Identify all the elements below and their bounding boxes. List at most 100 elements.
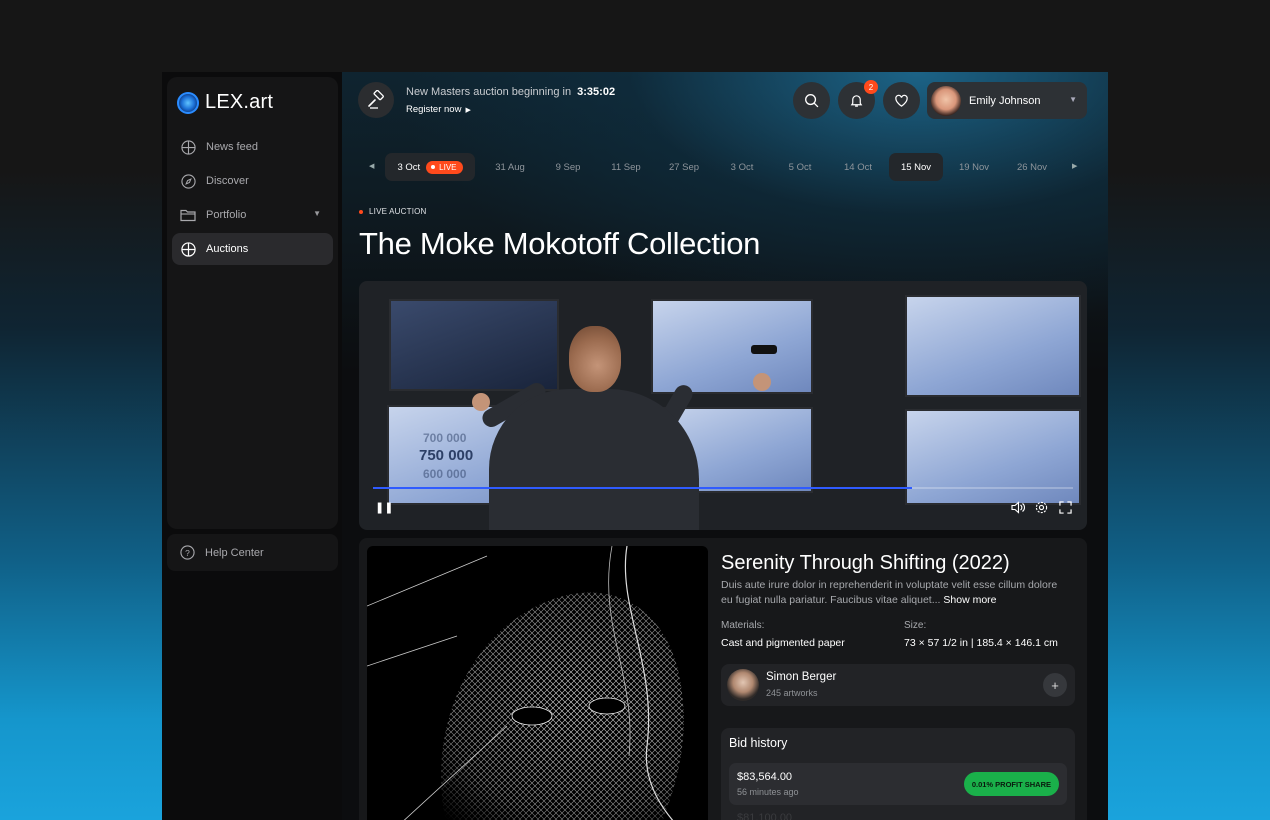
size-value: 73 × 57 1/2 in | 185.4 × 146.1 cm [904, 637, 1058, 649]
screen-price: 600 000 [423, 467, 467, 481]
sidebar-item-label: Portfolio [206, 209, 247, 221]
bid-history: Bid history $83,564.00 56 minutes ago 0.… [721, 728, 1075, 820]
register-now-link[interactable]: Register now ▶ [406, 104, 471, 115]
materials-value: Cast and pigmented paper [721, 637, 845, 649]
video-screen [905, 409, 1081, 505]
artwork-description: Duis aute irure dolor in reprehenderit i… [721, 578, 1066, 607]
show-more-link[interactable]: Show more [943, 594, 996, 606]
auctioneer-figure [489, 389, 699, 530]
user-menu[interactable]: Emily Johnson ▼ [927, 82, 1087, 119]
gavel-icon [358, 82, 394, 118]
date-label: 11 Sep [611, 161, 641, 173]
sidebar-item-label: Discover [206, 175, 249, 187]
logo[interactable]: LEX.art [177, 91, 273, 114]
chevron-down-icon: ▼ [1069, 95, 1077, 104]
artwork-description-text: Duis aute irure dolor in reprehenderit i… [721, 579, 1058, 606]
favorites-button[interactable] [883, 82, 920, 119]
screen-price: 700 000 [423, 431, 467, 445]
fullscreen-icon[interactable] [1059, 501, 1072, 517]
page-title: The Moke Mokotoff Collection [359, 226, 761, 261]
auctioneer-head [569, 326, 621, 392]
tab-date[interactable]: 31 Aug [481, 153, 539, 181]
plus-icon: + [1051, 677, 1059, 693]
bid-amount: $83,564.00 [737, 771, 793, 783]
follow-artist-button[interactable]: + [1043, 673, 1067, 697]
register-label: Register now [406, 104, 462, 115]
svg-text:?: ? [185, 548, 190, 558]
video-screen [389, 299, 559, 391]
date-label: 3 Oct [730, 161, 754, 173]
bid-amount: $81,100.00 [737, 812, 793, 820]
video-progress-fill [373, 487, 912, 489]
bid-row: $83,564.00 56 minutes ago 0.01% PROFIT S… [729, 763, 1067, 805]
screen-price: 750 000 [419, 447, 474, 464]
pause-icon[interactable]: ❚❚ [375, 501, 393, 514]
date-label: 15 Nov [900, 161, 932, 173]
size-label: Size: [904, 620, 927, 631]
date-label: 9 Sep [555, 161, 581, 173]
gavel-image [751, 345, 777, 354]
sidebar-item-label: News feed [206, 141, 258, 153]
chevron-down-icon[interactable]: ▼ [313, 209, 321, 218]
chevron-left-icon[interactable]: ◀ [369, 162, 374, 170]
sidebar: LEX.art News feed Discover Portfolio ▼ A… [167, 77, 338, 529]
tab-date[interactable]: 11 Sep [597, 153, 655, 181]
tab-date[interactable]: 9 Sep [539, 153, 597, 181]
heart-icon [895, 94, 908, 107]
live-badge: LIVE [426, 160, 463, 174]
date-label: 5 Oct [788, 161, 812, 173]
caret-right-icon: ▶ [465, 107, 471, 114]
brand-name: LEX.art [205, 91, 274, 113]
tab-date-selected[interactable]: 15 Nov [889, 153, 943, 181]
sidebar-item-discover[interactable]: Discover [172, 165, 333, 197]
settings-gear-icon[interactable] [1035, 501, 1048, 517]
tab-date-live[interactable]: 3 Oct LIVE [385, 153, 475, 181]
auction-date-tabs: ◀ 3 Oct LIVE 31 Aug 9 Sep 11 Sep 27 Sep … [360, 153, 1090, 181]
sidebar-item-news-feed[interactable]: News feed [172, 131, 333, 163]
app-window: LEX.art News feed Discover Portfolio ▼ A… [162, 72, 1108, 820]
grid-icon [180, 139, 196, 155]
sidebar-item-label: Auctions [206, 243, 249, 255]
bell-icon [850, 95, 863, 107]
folder-icon [180, 207, 196, 223]
notification-badge: 2 [864, 80, 878, 94]
date-label: 19 Nov [958, 161, 990, 173]
volume-icon[interactable] [1011, 501, 1025, 517]
sidebar-item-auctions[interactable]: Auctions [172, 233, 333, 265]
avatar [931, 85, 961, 116]
help-center-label: Help Center [205, 546, 264, 559]
notifications-button[interactable]: 2 [838, 80, 878, 119]
logo-mark-icon [177, 91, 199, 114]
video-screen [651, 299, 813, 394]
search-button[interactable] [793, 82, 830, 119]
auction-countdown: New Masters auction beginning in 3:35:02 [406, 86, 615, 98]
tab-date[interactable]: 14 Oct [829, 153, 887, 181]
video-progress-bar[interactable] [373, 487, 1073, 489]
auctioneer-hand [753, 373, 771, 391]
tab-date[interactable]: 19 Nov [945, 153, 1003, 181]
tab-date[interactable]: 5 Oct [771, 153, 829, 181]
live-auction-text: LIVE AUCTION [369, 207, 427, 216]
artist-card[interactable]: Simon Berger 245 artworks + [721, 664, 1075, 706]
materials-label: Materials: [721, 620, 765, 631]
help-center-button[interactable]: ? Help Center [167, 534, 338, 571]
artwork-image[interactable] [367, 546, 708, 820]
live-video-player[interactable]: 700 000 750 000 600 000 ❚❚ [359, 281, 1087, 530]
sidebar-nav: News feed Discover Portfolio ▼ Auctions [172, 131, 333, 267]
search-icon [805, 94, 819, 108]
live-label: LIVE [439, 162, 457, 172]
sidebar-item-portfolio[interactable]: Portfolio ▼ [172, 199, 333, 231]
date-label: 31 Aug [495, 161, 525, 173]
grid-icon [180, 241, 196, 257]
user-name: Emily Johnson [969, 94, 1041, 107]
avatar [727, 669, 759, 701]
profit-share-badge: 0.01% PROFIT SHARE [963, 772, 1059, 796]
chevron-right-icon[interactable]: ▶ [1072, 162, 1077, 170]
artwork-face-image [367, 546, 684, 820]
artist-name: Simon Berger [766, 671, 837, 683]
date-label: 3 Oct [397, 161, 421, 173]
date-label: 27 Sep [668, 161, 700, 173]
tab-date[interactable]: 3 Oct [713, 153, 771, 181]
tab-date[interactable]: 26 Nov [1003, 153, 1061, 181]
tab-date[interactable]: 27 Sep [655, 153, 713, 181]
